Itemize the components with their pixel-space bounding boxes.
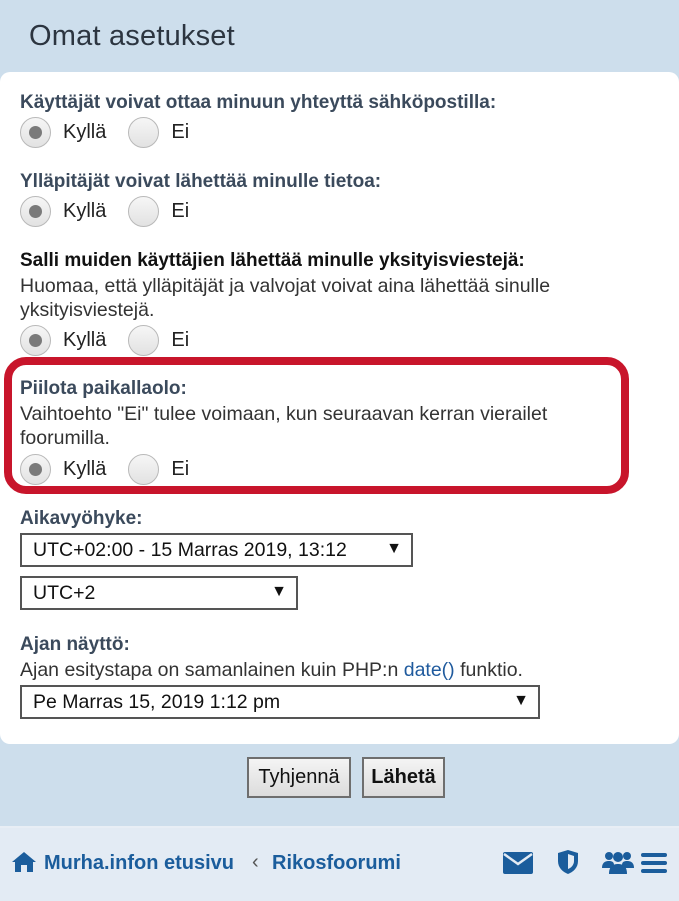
private-messages-description: Huomaa, että ylläpitäjät ja valvojat voi… [20,274,640,322]
private-messages-title: Salli muiden käyttäjien lähettää minulle… [20,250,525,271]
admin-mail-title: Ylläpitäjät voivat lähettää minulle tiet… [20,171,382,192]
private-messages-yes-label[interactable]: Kyllä [63,329,106,352]
reset-button[interactable]: Tyhjennä [247,757,351,798]
breadcrumb-forum[interactable]: Rikosfoorumi [272,852,401,875]
timezone-select[interactable]: UTC+2 ▼ [20,576,298,610]
date-format-title: Ajan näyttö: [20,634,130,655]
php-date-link[interactable]: date() [404,659,455,681]
envelope-icon[interactable] [503,852,533,879]
page-title: Omat asetukset [29,20,235,52]
date-format-description: Ajan esitystapa on samanlainen kuin PHP:… [20,658,640,682]
admin-mail-no-radio[interactable] [128,195,160,227]
admin-mail-yes-label[interactable]: Kyllä [63,200,106,223]
email-contact-no-label[interactable]: Ei [171,121,189,144]
private-messages-radio-group: Kyllä Ei [20,324,211,356]
dropdown-arrow-icon: ▼ [513,692,529,709]
hide-online-desc-line-2: foorumilla. [20,427,110,449]
admin-mail-no-label[interactable]: Ei [171,200,189,223]
admin-mail-radio-group: Kyllä Ei [20,195,211,227]
timezone-date-select[interactable]: UTC+02:00 - 15 Marras 2019, 13:12 ▼ [20,533,413,567]
date-format-select-value: Pe Marras 15, 2019 1:12 pm [33,690,281,713]
shield-icon[interactable] [557,849,579,880]
breadcrumb-home[interactable]: Murha.infon etusivu [44,852,234,875]
email-contact-radio-group: Kyllä Ei [20,116,211,148]
private-messages-desc-line-2: yksityisviestejä. [20,299,155,321]
timezone-select-value: UTC+2 [33,581,96,604]
date-format-desc-suffix: funktio. [454,659,523,681]
hamburger-menu-icon[interactable] [641,852,667,879]
private-messages-desc-line-1: Huomaa, että ylläpitäjät ja valvojat voi… [20,275,551,297]
dropdown-arrow-icon: ▼ [271,583,287,600]
hide-online-radio-group: Kyllä Ei [20,453,211,485]
hide-online-no-label[interactable]: Ei [171,458,189,481]
private-messages-no-radio[interactable] [128,324,160,356]
hide-online-no-radio[interactable] [128,453,160,485]
home-icon[interactable] [11,851,37,878]
email-contact-no-radio[interactable] [128,116,160,148]
email-contact-yes-label[interactable]: Kyllä [63,121,106,144]
timezone-title: Aikavyöhyke: [20,508,143,529]
date-format-select[interactable]: Pe Marras 15, 2019 1:12 pm ▼ [20,685,540,719]
users-group-icon[interactable] [602,850,634,879]
email-contact-title: Käyttäjät voivat ottaa minuun yhteyttä s… [20,92,497,113]
breadcrumb-separator: ‹ [252,851,259,873]
date-format-desc-text: Ajan esitystapa on samanlainen kuin PHP:… [20,659,404,681]
timezone-date-select-value: UTC+02:00 - 15 Marras 2019, 13:12 [33,538,347,561]
private-messages-no-label[interactable]: Ei [171,329,189,352]
email-contact-yes-radio[interactable] [20,116,51,148]
admin-mail-yes-radio[interactable] [20,195,51,227]
hide-online-title: Piilota paikallaolo: [20,378,187,399]
private-messages-yes-radio[interactable] [20,324,51,356]
submit-button[interactable]: Lähetä [362,757,445,798]
hide-online-yes-label[interactable]: Kyllä [63,458,106,481]
dropdown-arrow-icon: ▼ [386,540,402,557]
hide-online-desc-line-1: Vaihtoehto "Ei" tulee voimaan, kun seura… [20,403,548,425]
hide-online-yes-radio[interactable] [20,453,51,485]
hide-online-description: Vaihtoehto "Ei" tulee voimaan, kun seura… [20,402,640,450]
